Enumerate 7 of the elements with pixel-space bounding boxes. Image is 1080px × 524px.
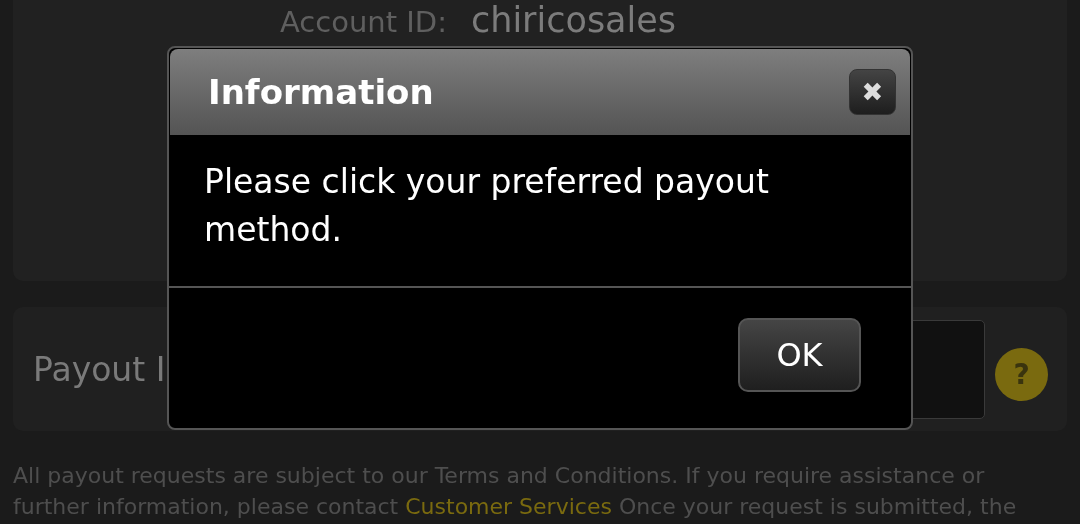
ok-button[interactable]: OK: [738, 318, 861, 392]
dialog-title: Information: [208, 70, 434, 114]
payout-label: Payout I: [33, 349, 166, 391]
account-value: chiricosales: [470, 0, 677, 42]
dialog-message: Please click your preferred payout method.: [203, 161, 770, 251]
account-label: Account ID:: [280, 4, 447, 41]
close-button[interactable]: ✖: [849, 69, 896, 115]
